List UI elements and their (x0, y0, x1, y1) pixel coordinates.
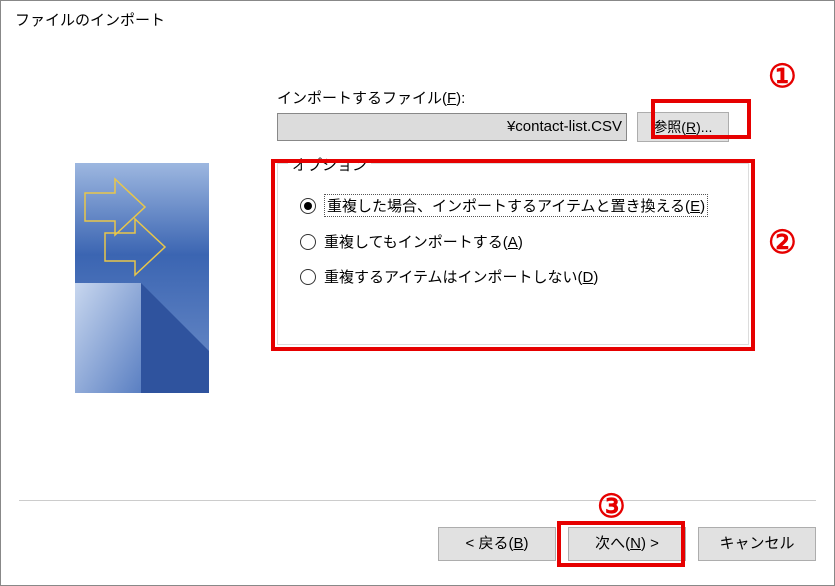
radio-skip-duplicates[interactable]: 重複するアイテムはインポートしない(D) (300, 266, 734, 287)
button-row: < 戻る(B) 次へ(N) > キャンセル (438, 527, 816, 561)
separator (19, 500, 816, 501)
radio-label: 重複してもインポートする(A) (324, 231, 523, 252)
radio-label: 重複した場合、インポートするアイテムと置き換える(E) (324, 194, 708, 217)
wizard-graphic (75, 163, 209, 393)
file-path-input[interactable]: ¥contact-list.CSV (277, 113, 627, 141)
back-button[interactable]: < 戻る(B) (438, 527, 556, 561)
radio-replace-duplicates[interactable]: 重複した場合、インポートするアイテムと置き換える(E) (300, 194, 734, 217)
annotation-number-1: ① (768, 57, 797, 95)
radio-allow-duplicates[interactable]: 重複してもインポートする(A) (300, 231, 734, 252)
window-title: ファイルのインポート (1, 1, 834, 38)
radio-label: 重複するアイテムはインポートしない(D) (324, 266, 598, 287)
file-row: インポートするファイル(F): ¥contact-list.CSV 参照(R).… (277, 87, 806, 142)
browse-button[interactable]: 参照(R)... (637, 112, 729, 142)
options-group: オプション 重複した場合、インポートするアイテムと置き換える(E) 重複してもイ… (277, 163, 749, 345)
annotation-number-2: ② (768, 223, 797, 261)
cancel-button[interactable]: キャンセル (698, 527, 816, 561)
radio-icon (300, 269, 316, 285)
next-button[interactable]: 次へ(N) > (568, 527, 686, 561)
file-label: インポートするファイル(F): (277, 87, 806, 108)
options-legend: オプション (288, 154, 371, 175)
radio-icon (300, 234, 316, 250)
content-area: インポートするファイル(F): ¥contact-list.CSV 参照(R).… (19, 45, 816, 501)
import-dialog: ファイルのインポート (0, 0, 835, 586)
annotation-number-3: ③ (597, 487, 626, 525)
radio-group: 重複した場合、インポートするアイテムと置き換える(E) 重複してもインポートする… (278, 164, 748, 311)
radio-icon (300, 198, 316, 214)
